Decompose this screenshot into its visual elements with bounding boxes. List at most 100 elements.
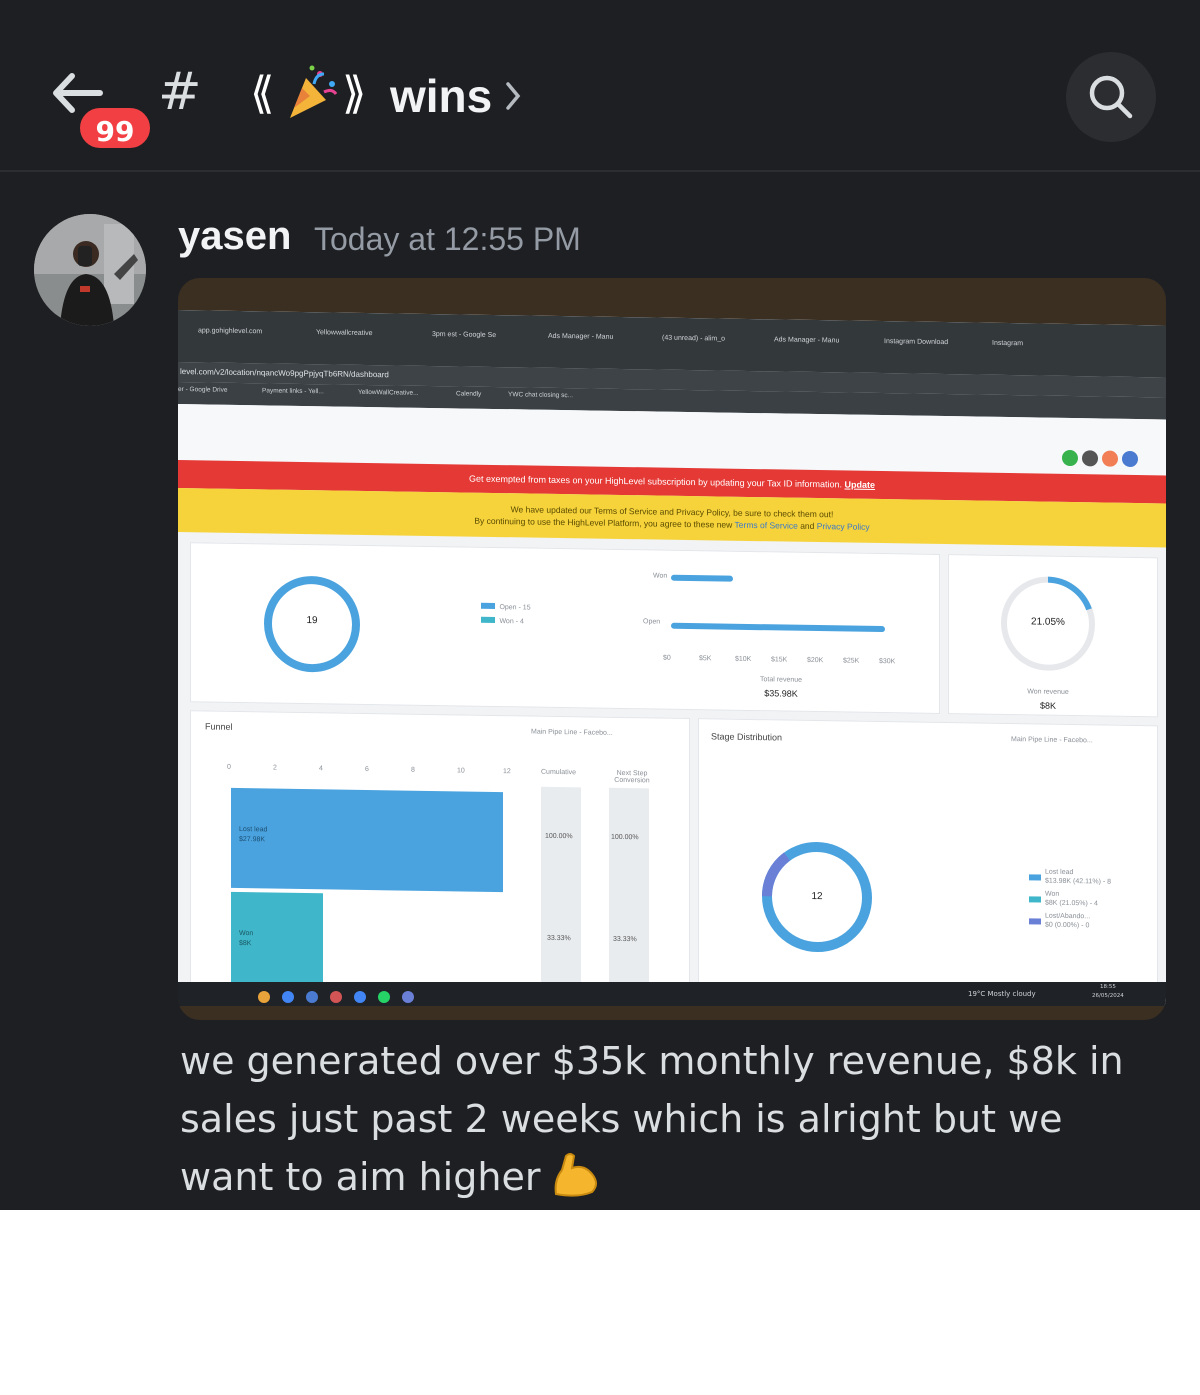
search-button[interactable]	[1066, 52, 1156, 142]
flexed-biceps-icon	[555, 1153, 598, 1197]
stage-legend-name: Lost/Abando...	[1045, 912, 1091, 921]
funnel-tick: 4	[319, 765, 323, 773]
photographed-screen: app.gohighlevel.com Yellowwallcreative 3…	[178, 310, 1166, 1006]
funnel-bar-lost: Lost lead $27.98K	[231, 787, 503, 893]
bar-open	[671, 622, 885, 633]
funnel-lost-value: $27.98K	[239, 835, 266, 844]
conversion-card: 21.05% Won revenue $8K	[948, 554, 1158, 718]
funnel-won-label: Won	[239, 929, 254, 938]
terms-link: Terms of Service	[734, 519, 798, 531]
opportunities-card: 19 Open - 15 Won - 4 Won Open $0 $5K $10…	[190, 542, 940, 714]
message-author[interactable]: yasen	[178, 212, 291, 260]
opportunities-total: 19	[306, 615, 318, 627]
browser-tab: 3pm est - Google Se	[432, 330, 497, 339]
funnel-won-value: $8K	[239, 939, 252, 948]
windows-taskbar: 19°C Mostly cloudy 18:55 26/05/2024	[178, 982, 1166, 1006]
funnel-tick: 0	[227, 763, 231, 771]
funnel-pipeline-select[interactable]: Main Pipe Line - Facebo...	[531, 729, 613, 737]
stage-legend-item: Lost lead $13.98K (42.11%) - 8	[1029, 868, 1149, 892]
taskbar-date: 26/05/2024	[1092, 993, 1124, 999]
axis-tick: $5K	[699, 655, 712, 663]
message-text: we generated over $35k monthly revenue, …	[180, 1039, 1124, 1199]
funnel-title: Funnel	[205, 721, 233, 732]
funnel-tick: 10	[457, 767, 465, 775]
chevron-right-icon[interactable]	[504, 78, 524, 114]
axis-tick: $30K	[879, 658, 896, 666]
stage-legend-name: Won	[1045, 890, 1060, 898]
pct-next-1: 100.00%	[611, 833, 639, 842]
channel-name[interactable]: wins	[390, 66, 492, 126]
discord-app: 99 # ⟪ ⟫ wins yasen Today at 12:55 PM ap…	[0, 0, 1200, 1210]
weather-widget: 19°C Mostly cloudy	[968, 990, 1036, 998]
browser-tab: Instagram	[992, 339, 1024, 348]
axis-tick: $20K	[807, 656, 824, 665]
funnel-lost-label: Lost lead	[239, 825, 268, 834]
won-revenue-label: Won revenue	[1027, 688, 1069, 696]
col-next-step: Next Step Conversion	[614, 769, 650, 785]
legend-won-label: Won - 4	[499, 618, 524, 626]
unread-badge: 99	[76, 104, 154, 152]
bookmark: Calendly	[456, 390, 482, 398]
browser-tab: Instagram Download	[884, 338, 949, 347]
browser-tab: Ads Manager - Manu	[774, 336, 840, 345]
message-content: we generated over $35k monthly revenue, …	[180, 1032, 1160, 1206]
legend-won: Won - 4	[481, 610, 524, 629]
total-revenue-value: $35.98K	[764, 688, 798, 699]
stage-title: Stage Distribution	[711, 731, 783, 743]
message-timestamp: Today at 12:55 PM	[314, 221, 581, 257]
browser-tab: (43 unread) - alim_o	[662, 334, 726, 343]
axis-tick: $10K	[735, 655, 752, 664]
browser-tab: Ads Manager - Manu	[548, 332, 614, 341]
terms-banner-text: By continuing to use the HighLevel Platf…	[474, 515, 733, 530]
stage-distribution-card: Stage Distribution Main Pipe Line - Face…	[698, 718, 1158, 1006]
funnel-tick: 6	[365, 765, 369, 773]
party-popper-icon	[284, 62, 340, 122]
browser-tab: Yellowwallcreative	[316, 329, 373, 338]
hash-icon: #	[158, 62, 202, 122]
pct-cumulative-1: 100.00%	[545, 832, 573, 841]
privacy-link: Privacy Policy	[816, 521, 870, 532]
header-icons	[1062, 449, 1146, 469]
stage-legend-item: Lost/Abando... $0 (0.00%) - 0	[1029, 912, 1149, 936]
taskbar-apps	[258, 988, 478, 1003]
browser-tab: app.gohighlevel.com	[198, 327, 263, 336]
bar-open-label: Open	[643, 618, 661, 626]
bar-won	[671, 574, 733, 582]
revenue-axis: $0 $5K $10K $15K $20K $25K $30K	[663, 654, 923, 666]
stage-total: 12	[811, 890, 823, 903]
conversion-rate: 21.05%	[1031, 616, 1065, 628]
cumulative-column	[541, 786, 581, 1006]
axis-tick: $0	[663, 654, 671, 662]
pct-cumulative-2: 33.33%	[547, 934, 571, 943]
funnel-axis: 0 2 4 6 8 10 12	[227, 763, 527, 775]
funnel-tick: 8	[411, 766, 415, 774]
total-revenue-label: Total revenue	[759, 676, 803, 684]
stage-legend-detail: $8K (21.05%) - 4	[1045, 899, 1098, 908]
bar-won-label: Won	[653, 572, 668, 580]
avatar[interactable]	[34, 214, 146, 326]
channel-name-suffix: ⟫	[342, 68, 367, 119]
funnel-card: Funnel Main Pipe Line - Facebo... 0 2 4 …	[190, 710, 690, 1006]
stage-legend-detail: $0 (0.00%) - 0	[1045, 921, 1090, 930]
search-icon	[1089, 75, 1133, 119]
bookmark: YellowWallCreative...	[358, 388, 419, 397]
won-revenue-value: $8K	[1039, 700, 1056, 711]
stage-pipeline-select[interactable]: Main Pipe Line - Facebo...	[1011, 736, 1093, 744]
stage-legend-name: Lost lead	[1045, 868, 1074, 877]
next-step-column	[609, 787, 649, 1006]
axis-tick: $25K	[843, 657, 860, 665]
taskbar-time: 18:55	[1100, 984, 1116, 990]
channel-header: 99 # ⟪ ⟫ wins	[0, 0, 1200, 172]
axis-tick: $15K	[771, 656, 788, 664]
funnel-tick: 12	[503, 768, 511, 776]
bookmark: er - Google Drive	[178, 386, 228, 394]
pct-next-2: 33.33%	[613, 935, 637, 944]
bookmark: YWC chat closing sc...	[508, 391, 574, 400]
terms-and: and	[800, 520, 815, 531]
stage-legend-detail: $13.98K (42.11%) - 8	[1045, 877, 1112, 886]
stage-legend-item: Won $8K (21.05%) - 4	[1029, 890, 1149, 914]
image-attachment[interactable]: app.gohighlevel.com Yellowwallcreative 3…	[178, 278, 1166, 1020]
funnel-tick: 2	[273, 764, 277, 772]
col-cumulative: Cumulative	[541, 768, 577, 777]
bookmark: Payment links - Yell...	[262, 387, 324, 396]
